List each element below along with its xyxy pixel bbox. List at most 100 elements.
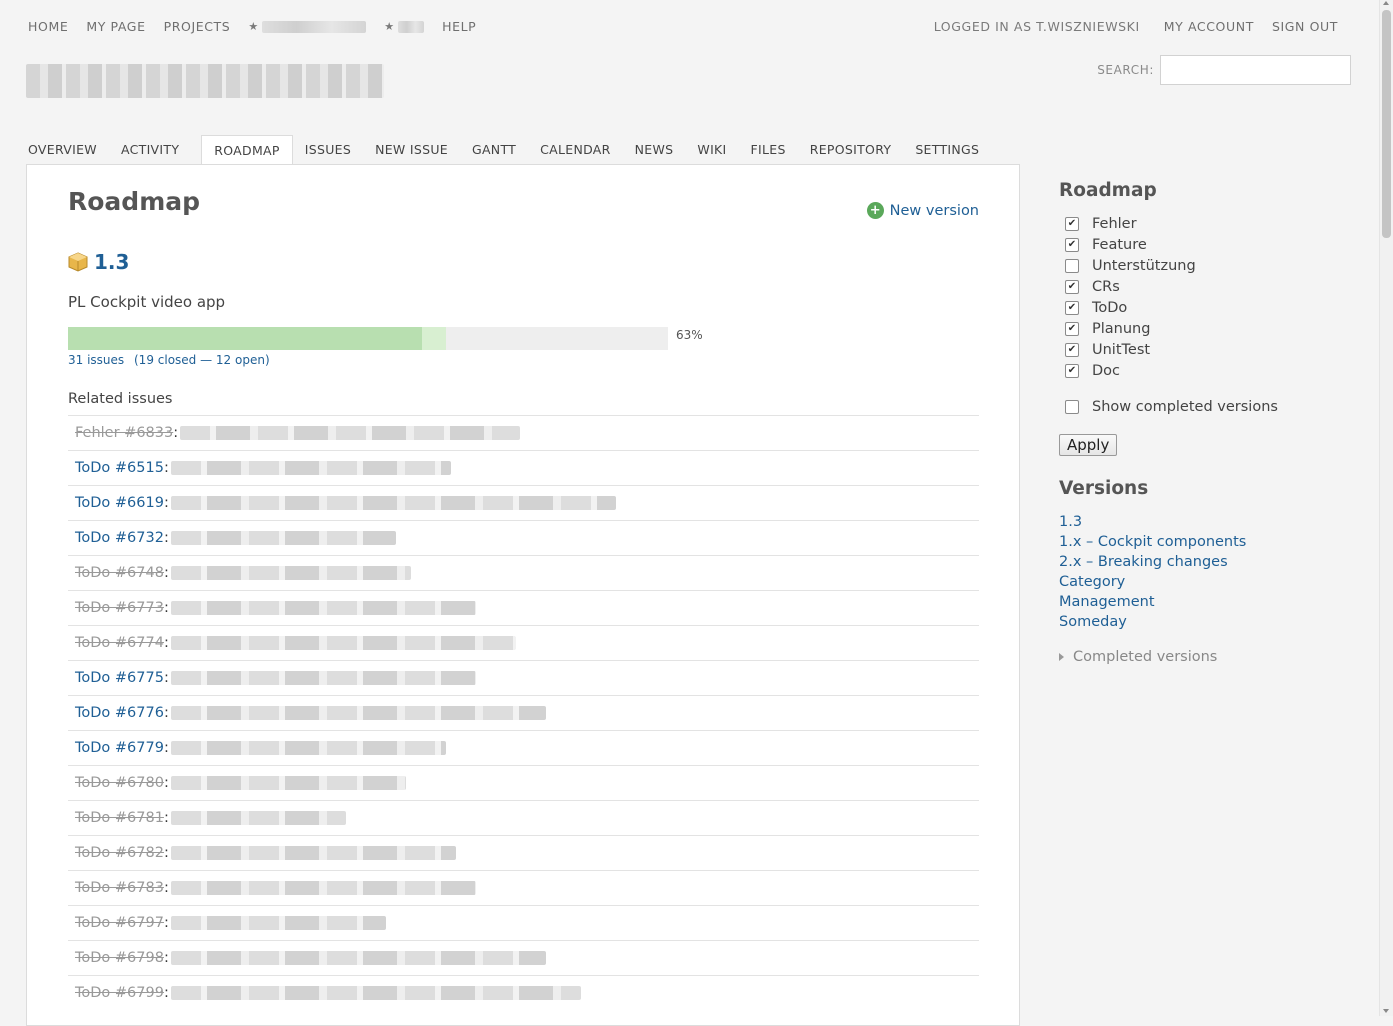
top-link-home[interactable]: HOME	[28, 19, 68, 34]
apply-button[interactable]: Apply	[1059, 434, 1118, 456]
issue-link[interactable]: ToDo #6783	[75, 880, 164, 896]
issue-link[interactable]: ToDo #6776	[75, 705, 164, 721]
scroll-up-icon[interactable]	[1383, 1, 1389, 5]
issue-separator: :	[173, 425, 179, 441]
issue-link[interactable]: ToDo #6748	[75, 565, 164, 581]
top-link-help[interactable]: HELP	[442, 19, 476, 34]
tab-issues[interactable]: ISSUES	[303, 135, 363, 165]
issue-link[interactable]: ToDo #6780	[75, 775, 164, 791]
issue-separator: :	[163, 495, 169, 511]
issue-cell: ToDo #6776:	[68, 696, 979, 731]
issue-separator: :	[163, 740, 169, 756]
sidebar-version-link[interactable]: 1.x – Cockpit components	[1059, 534, 1359, 554]
issue-link[interactable]: ToDo #6775	[75, 670, 164, 686]
tab-activity[interactable]: ACTIVITY	[119, 135, 191, 165]
tab-calendar[interactable]: CALENDAR	[538, 135, 623, 165]
scrollbar-thumb[interactable]	[1382, 10, 1391, 238]
new-version-link[interactable]: + New version	[866, 202, 979, 219]
sidebar-version-link[interactable]: Management	[1059, 594, 1359, 614]
issue-row: ToDo #6783:	[68, 870, 979, 906]
progress-done	[422, 327, 446, 350]
tracker-option-doc[interactable]: ✔ Doc	[1059, 360, 1359, 381]
tracker-option-planung[interactable]: ✔ Planung	[1059, 318, 1359, 339]
tracker-checkbox[interactable]: ✔	[1065, 363, 1079, 378]
tracker-option-feature[interactable]: ✔ Feature	[1059, 234, 1359, 255]
issues-status-link[interactable]: (19 closed — 12 open)	[134, 353, 270, 367]
tracker-checkbox[interactable]: ✔	[1065, 237, 1079, 252]
issue-separator: :	[163, 635, 169, 651]
issue-cell: ToDo #6774:	[68, 626, 979, 661]
top-link-my-page[interactable]: MY PAGE	[86, 19, 145, 34]
tracker-option-todo[interactable]: ✔ ToDo	[1059, 297, 1359, 318]
completed-versions-toggle[interactable]: Completed versions	[1059, 649, 1359, 665]
issue-link[interactable]: ToDo #6773	[75, 600, 164, 616]
tracker-checkbox[interactable]: ✔	[1065, 216, 1079, 231]
issue-subject-redacted	[170, 531, 396, 545]
tracker-label: CRs	[1092, 278, 1120, 295]
version-link[interactable]: 1.3	[94, 250, 129, 274]
tracker-label: ToDo	[1092, 299, 1128, 316]
issue-separator: :	[163, 460, 169, 476]
issue-subject-redacted	[170, 776, 406, 790]
issue-link[interactable]: ToDo #6774	[75, 635, 164, 651]
tab-gantt[interactable]: GANTT	[470, 135, 528, 165]
issue-link[interactable]: ToDo #6779	[75, 740, 164, 756]
related-issues-title: Related issues	[68, 391, 173, 407]
issue-link[interactable]: ToDo #6799	[75, 985, 164, 1001]
issue-link[interactable]: Fehler #6833	[75, 425, 173, 441]
issue-link[interactable]: ToDo #6732	[75, 530, 164, 546]
tab-settings[interactable]: SETTINGS	[913, 135, 991, 165]
tab-new-issue[interactable]: NEW ISSUE	[373, 135, 460, 165]
sign-out-link[interactable]: SIGN OUT	[1272, 19, 1338, 34]
top-link-redacted-project[interactable]	[398, 20, 425, 33]
tracker-checkbox[interactable]: ✔	[1065, 321, 1079, 336]
tracker-option-crs[interactable]: ✔ CRs	[1059, 276, 1359, 297]
tracker-label: Doc	[1092, 362, 1121, 379]
tracker-option-unterstützung[interactable]: Unterstützung	[1059, 255, 1359, 276]
issue-link[interactable]: ToDo #6798	[75, 950, 164, 966]
my-account-link[interactable]: MY ACCOUNT	[1164, 19, 1254, 34]
tracker-checkbox[interactable]: ✔	[1065, 342, 1079, 357]
tab-news[interactable]: NEWS	[633, 135, 686, 165]
show-completed-checkbox[interactable]	[1065, 399, 1079, 414]
tracker-checkbox[interactable]: ✔	[1065, 300, 1079, 315]
issue-cell: ToDo #6781:	[68, 801, 979, 836]
tab-overview[interactable]: OVERVIEW	[26, 135, 109, 165]
tracker-label: Fehler	[1092, 215, 1137, 232]
tracker-option-unittest[interactable]: ✔ UnitTest	[1059, 339, 1359, 360]
issue-cell: ToDo #6780:	[68, 766, 979, 801]
issue-link[interactable]: ToDo #6515	[75, 460, 164, 476]
issue-separator: :	[163, 530, 169, 546]
tab-wiki[interactable]: WIKI	[695, 135, 738, 165]
issue-link[interactable]: ToDo #6781	[75, 810, 164, 826]
tracker-label: Feature	[1092, 236, 1147, 253]
star-icon: ★	[248, 20, 259, 33]
tracker-option-fehler[interactable]: ✔ Fehler	[1059, 213, 1359, 234]
issue-row: ToDo #6515:	[68, 450, 979, 486]
sidebar-version-link[interactable]: 2.x – Breaking changes	[1059, 554, 1359, 574]
tracker-checkbox[interactable]: ✔	[1065, 279, 1079, 294]
page-scrollbar[interactable]	[1379, 0, 1393, 1016]
tab-repository[interactable]: REPOSITORY	[808, 135, 904, 165]
tracker-checkbox[interactable]	[1065, 258, 1079, 273]
search-input[interactable]	[1160, 55, 1351, 85]
issue-subject-redacted	[170, 916, 386, 930]
scroll-down-icon[interactable]	[1383, 1009, 1389, 1013]
star-icon: ★	[384, 20, 395, 33]
tab-files[interactable]: FILES	[749, 135, 798, 165]
issue-link[interactable]: ToDo #6797	[75, 915, 164, 931]
sidebar-version-link[interactable]: Category	[1059, 574, 1359, 594]
issue-separator: :	[163, 705, 169, 721]
issue-cell: ToDo #6799:	[68, 976, 979, 1011]
top-link-projects[interactable]: PROJECTS	[164, 19, 231, 34]
issue-row: ToDo #6774:	[68, 625, 979, 661]
issue-link[interactable]: ToDo #6782	[75, 845, 164, 861]
issues-count-link[interactable]: 31 issues	[68, 353, 124, 367]
sidebar-version-link[interactable]: Someday	[1059, 614, 1359, 634]
top-link-redacted-project[interactable]	[262, 20, 367, 33]
issue-link[interactable]: ToDo #6619	[75, 495, 164, 511]
show-completed-option[interactable]: Show completed versions	[1059, 396, 1359, 417]
sidebar-version-link[interactable]: 1.3	[1059, 514, 1359, 534]
issue-cell: ToDo #6515:	[68, 451, 979, 486]
tab-roadmap[interactable]: ROADMAP	[201, 135, 293, 166]
